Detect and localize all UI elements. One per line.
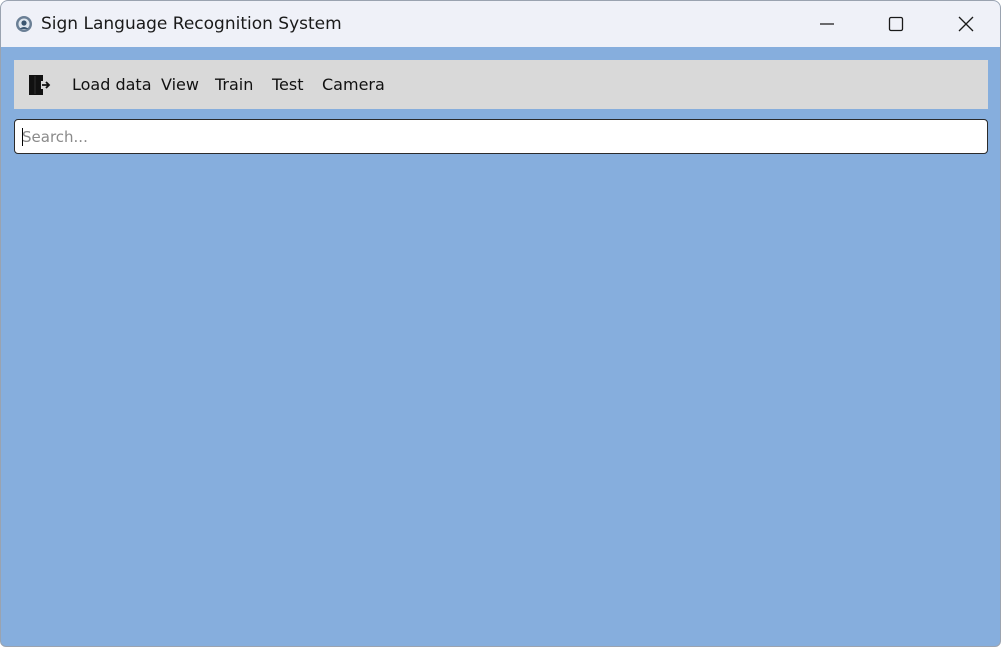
menu-train[interactable]: Train — [215, 75, 253, 94]
title-bar[interactable]: Sign Language Recognition System — [1, 1, 1000, 47]
menu-load-data[interactable]: Load data — [72, 75, 152, 94]
maximize-icon — [888, 16, 904, 32]
close-icon — [958, 16, 974, 32]
exit-door-icon[interactable] — [27, 73, 51, 97]
search-input[interactable] — [14, 119, 988, 154]
menu-bar: Load data View Train Test Camera — [14, 60, 988, 109]
text-caret — [22, 128, 23, 146]
minimize-icon — [819, 16, 835, 32]
app-logo-icon — [15, 15, 33, 33]
minimize-button[interactable] — [792, 1, 862, 47]
close-button[interactable] — [931, 1, 1000, 47]
maximize-button[interactable] — [861, 1, 931, 47]
menu-view[interactable]: View — [161, 75, 199, 94]
window-title: Sign Language Recognition System — [41, 14, 342, 34]
menu-camera[interactable]: Camera — [322, 75, 385, 94]
menu-test[interactable]: Test — [272, 75, 304, 94]
content-area — [1, 161, 1000, 646]
app-window: Sign Language Recognition System Load da… — [0, 0, 1001, 647]
